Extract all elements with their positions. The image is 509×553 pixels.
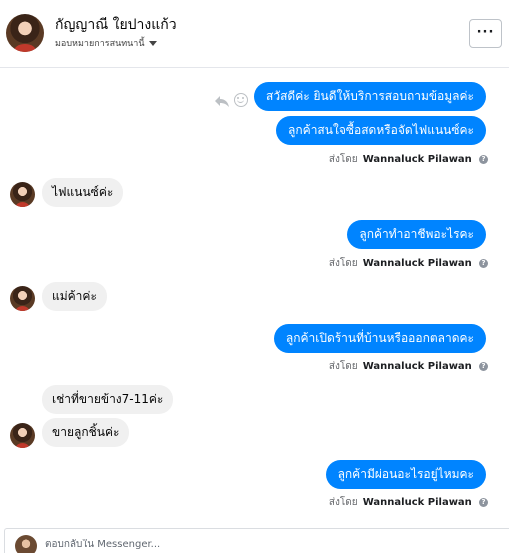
help-icon[interactable]: ? bbox=[479, 361, 488, 371]
caret-down-icon bbox=[148, 41, 157, 46]
sender-name[interactable]: Wannaluck Pilawan bbox=[363, 361, 472, 372]
message-bubble-incoming[interactable]: เช่าที่ขายข้าง7-11ค่ะ bbox=[42, 385, 174, 414]
assign-conversation-dropdown[interactable]: มอบหมายการสนทนานี้ bbox=[55, 36, 157, 50]
sent-by-prefix: ส่งโดย bbox=[328, 361, 358, 372]
message-bubble-incoming[interactable]: แม่ค้าค่ะ bbox=[42, 282, 107, 311]
sender-name[interactable]: Wannaluck Pilawan bbox=[363, 258, 472, 269]
sent-by-prefix: ส่งโดย bbox=[328, 154, 358, 165]
more-options-button[interactable]: ··· bbox=[469, 19, 502, 48]
contact-avatar-small bbox=[10, 286, 35, 311]
sent-by-prefix: ส่งโดย bbox=[328, 258, 358, 269]
sent-by-label: ส่งโดย Wannaluck Pilawan ? bbox=[329, 359, 488, 374]
help-icon[interactable]: ? bbox=[479, 154, 488, 164]
contact-avatar-small bbox=[10, 182, 35, 207]
reply-composer bbox=[4, 528, 509, 553]
sent-by-label: ส่งโดย Wannaluck Pilawan ? bbox=[329, 256, 488, 271]
sender-name[interactable]: Wannaluck Pilawan bbox=[363, 154, 472, 165]
sent-by-prefix: ส่งโดย bbox=[328, 497, 358, 508]
message-bubble-outgoing[interactable]: ลูกค้าทำอาชีพอะไรคะ bbox=[347, 220, 486, 249]
page-avatar bbox=[15, 535, 37, 553]
message-bubble-outgoing[interactable]: สวัสดีค่ะ ยินดีให้บริการสอบถามข้อมูลค่ะ bbox=[254, 82, 486, 111]
message-bubble-incoming[interactable]: ไฟแนนซ์ค่ะ bbox=[42, 178, 124, 207]
reply-input[interactable] bbox=[45, 539, 345, 550]
contact-avatar[interactable] bbox=[6, 14, 44, 52]
assign-conversation-label: มอบหมายการสนทนานี้ bbox=[55, 39, 145, 49]
message-actions bbox=[214, 93, 250, 109]
help-icon[interactable]: ? bbox=[479, 497, 488, 507]
message-bubble-outgoing[interactable]: ลูกค้าเปิดร้านที่บ้านหรือออกตลาดคะ bbox=[273, 324, 486, 353]
sent-by-label: ส่งโดย Wannaluck Pilawan ? bbox=[329, 495, 488, 510]
emoji-reaction-icon[interactable] bbox=[234, 93, 248, 107]
message-thread: สวัสดีค่ะ ยินดีให้บริการสอบถามข้อมูลค่ะ … bbox=[0, 69, 509, 524]
help-icon[interactable]: ? bbox=[479, 258, 488, 268]
contact-avatar-small bbox=[10, 423, 35, 448]
message-bubble-outgoing[interactable]: ลูกค้าสนใจซื้อสดหรือจัดไฟแนนซ์คะ bbox=[276, 116, 486, 145]
contact-name[interactable]: กัญญาณี ใยปางแก้ว bbox=[55, 14, 177, 36]
reply-icon[interactable] bbox=[214, 93, 230, 109]
conversation-header: กัญญาณี ใยปางแก้ว มอบหมายการสนทนานี้ ··· bbox=[0, 0, 509, 68]
message-bubble-incoming[interactable]: ขายลูกชิ้นค่ะ bbox=[42, 418, 130, 447]
sender-name[interactable]: Wannaluck Pilawan bbox=[363, 497, 472, 508]
sent-by-label: ส่งโดย Wannaluck Pilawan ? bbox=[329, 152, 488, 167]
message-bubble-outgoing[interactable]: ลูกค้ามีผ่อนอะไรอยู่ไหมคะ bbox=[325, 460, 486, 489]
